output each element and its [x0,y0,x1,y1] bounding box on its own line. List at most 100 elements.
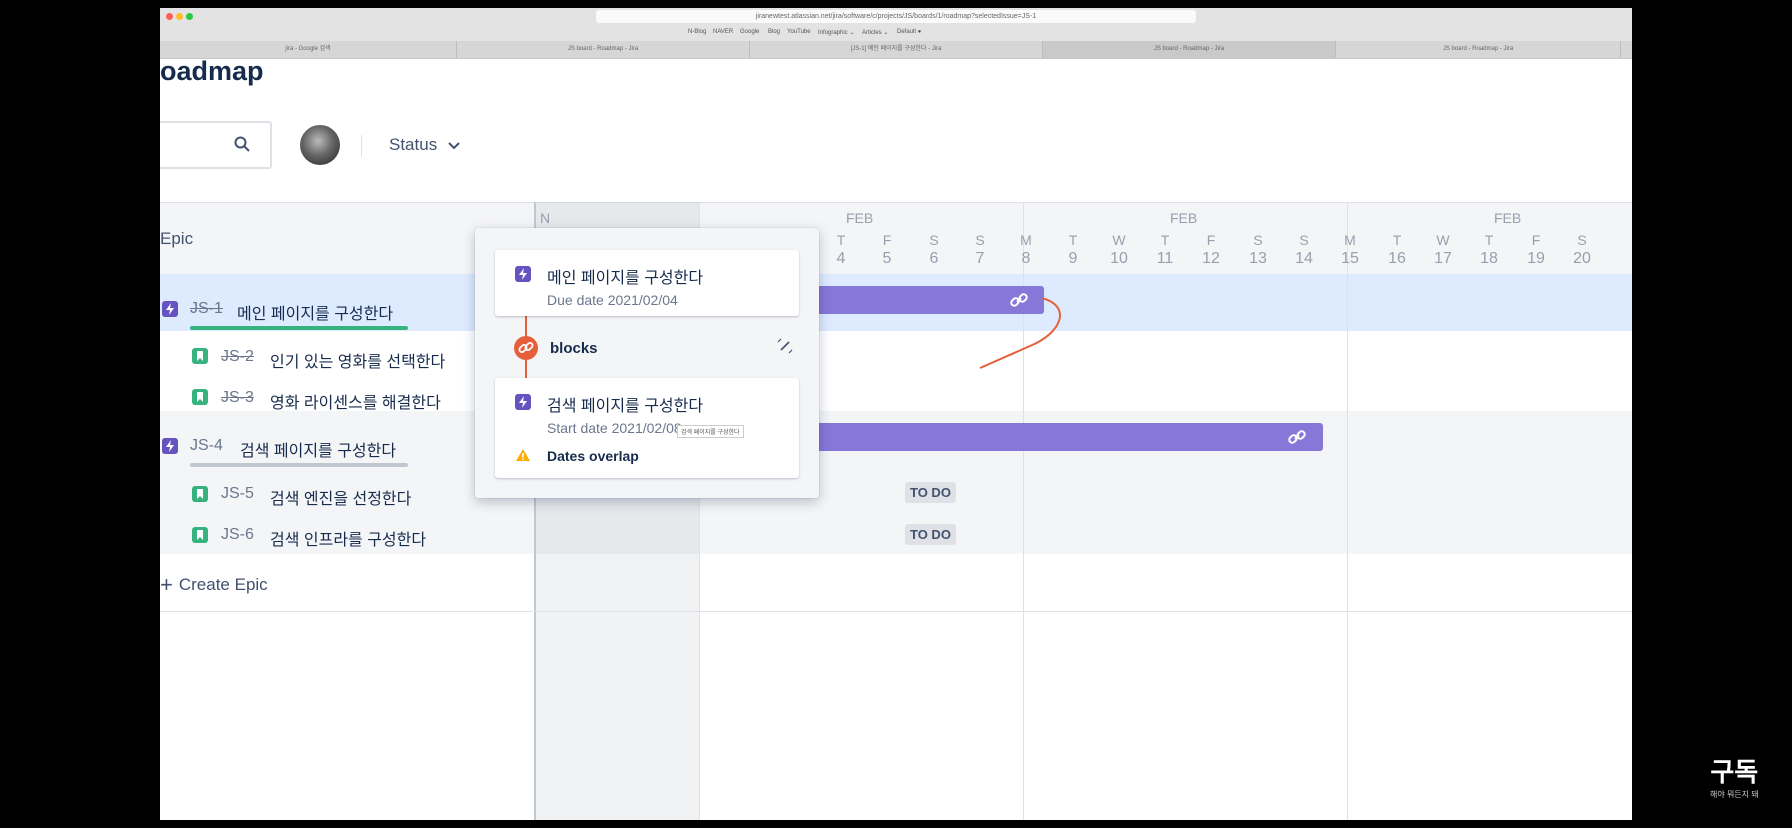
epic-column-header: Epic [160,229,194,248]
day-number-label: 9 [1068,250,1078,267]
day-name-label: M [1344,232,1356,248]
browser-chrome: jiranewtest.atlassian.net/jira/software/… [160,8,1632,59]
issue-summary[interactable]: 검색 엔진을 선정한다 [270,485,411,509]
bookmark-item[interactable]: Articles ⌄ [862,29,888,36]
browser-tab[interactable]: [JS-1] 메인 페이지를 구성한다 - Jira [750,41,1043,58]
chevron-down-icon [448,142,460,150]
day-name-label: S [929,232,939,248]
issue-key[interactable]: JS-5 [221,485,254,503]
app-screen: jiranewtest.atlassian.net/jira/software/… [160,8,1632,820]
close-window-button[interactable] [166,13,173,20]
story-type-icon [192,486,208,502]
link-icon [1288,430,1306,444]
relation-label: blocks [550,340,598,357]
today-marker: N [540,210,551,226]
day-name-label: S [1577,232,1587,248]
bookmark-item[interactable]: YouTube [787,29,811,35]
day-number-label: 16 [1388,250,1406,267]
browser-tab[interactable]: JS board - Roadmap - Jira [1336,41,1621,58]
day-number-label: 14 [1295,250,1313,267]
dependency-line[interactable] [800,298,1080,398]
issue-key[interactable]: JS-1 [190,300,223,318]
day-number-label: 13 [1249,250,1267,267]
day-name-label: S [1253,232,1263,248]
minimize-window-button[interactable] [176,13,183,20]
avatar[interactable] [300,125,340,165]
warning-icon [516,449,530,461]
browser-tab[interactable]: JS board - Roadmap - Jira [457,41,750,58]
day-name-label: T [836,232,846,248]
day-name-label: M [1020,232,1032,248]
dependency-popup: 메인 페이지를 구성한다 Due date 2021/02/04 blocks … [475,228,819,498]
bookmark-item[interactable]: NAVER [713,29,733,35]
day-number-label: 7 [975,250,985,267]
tab-strip: jira - Google 검색 JS board - Roadmap - Ji… [160,41,1632,58]
lightning-icon [519,268,527,280]
tooltip: 검색 페이지를 구성한다 [677,425,744,438]
week-divider [1347,202,1348,820]
bookmark-item[interactable]: Google [740,29,759,35]
dates-overlap-warning: Dates overlap [547,448,639,464]
story-type-icon [192,527,208,543]
target-issue-card[interactable]: 검색 페이지를 구성한다 Start date 2021/02/08 Dates… [495,378,799,478]
channel-watermark: 구독 해야 뭐든지 돼 [1710,752,1759,800]
month-label: FEB [1494,210,1522,226]
lightning-icon [166,440,174,452]
epic-type-icon [515,394,531,410]
day-number-label: 19 [1527,250,1545,267]
issue-summary[interactable]: 검색 인프라를 구성한다 [270,526,426,550]
epic-type-icon [162,301,178,317]
issue-summary[interactable]: 인기 있는 영화를 선택한다 [270,348,445,372]
bookmark-icon [197,530,203,540]
day-number-label: 6 [929,250,939,267]
create-epic-button[interactable]: + Create Epic [160,572,268,598]
status-filter-button[interactable]: Status [389,135,460,155]
story-type-icon [192,389,208,405]
issue-summary[interactable]: 영화 라이센스를 해결한다 [270,389,441,413]
day-name-label: T [1160,232,1170,248]
issue-summary[interactable]: 검색 페이지를 구성한다 [240,437,396,461]
source-issue-title: 메인 페이지를 구성한다 [547,270,704,287]
issue-key[interactable]: JS-4 [190,437,223,455]
epic-progress-bar [190,463,408,467]
roadmap-bottom-divider [160,611,1632,612]
maximize-window-button[interactable] [186,13,193,20]
bookmark-item[interactable]: Blog [768,29,780,35]
bookmark-item[interactable]: N-Blog [688,29,706,35]
target-issue-title: 검색 페이지를 구성한다 [547,398,704,415]
epic-progress-bar [190,326,408,330]
day-name-label: F [1531,232,1541,248]
story-type-icon [192,348,208,364]
issue-key[interactable]: JS-2 [221,348,254,366]
link-type-icon [514,336,538,360]
toolbar-divider [361,135,362,157]
day-number-label: 10 [1110,250,1128,267]
day-number-label: 5 [882,250,892,267]
day-number-label: 4 [836,250,846,267]
search-input[interactable] [160,121,272,169]
address-bar[interactable]: jiranewtest.atlassian.net/jira/software/… [596,10,1196,23]
search-icon [234,136,250,152]
bookmarks-bar: N-Blog NAVER Google Blog YouTube Infogra… [160,26,1632,40]
day-name-label: W [1436,232,1450,248]
day-name-label: T [1392,232,1402,248]
status-badge: TO DO [905,482,956,503]
epic-bar-js-4[interactable] [810,423,1323,451]
lightning-icon [519,396,527,408]
issue-key[interactable]: JS-6 [221,526,254,544]
create-epic-label: Create Epic [178,575,268,594]
bookmark-icon [197,351,203,361]
day-number-label: 17 [1434,250,1452,267]
unlink-icon[interactable] [776,337,794,355]
issue-summary[interactable]: 메인 페이지를 구성한다 [237,300,393,324]
source-issue-card[interactable]: 메인 페이지를 구성한다 Due date 2021/02/04 [495,250,799,316]
page-title: oadmap [160,56,264,86]
day-name-label: T [1068,232,1078,248]
bookmark-item[interactable]: Infographic ⌄ [818,29,854,36]
day-name-label: S [975,232,985,248]
source-issue-due-date: Due date 2021/02/04 [547,292,678,308]
issue-key[interactable]: JS-3 [221,389,254,407]
browser-tab-active[interactable]: JS board - Roadmap - Jira [1043,41,1336,58]
bookmark-item[interactable]: Default ● [897,29,921,35]
day-name-label: T [1484,232,1494,248]
